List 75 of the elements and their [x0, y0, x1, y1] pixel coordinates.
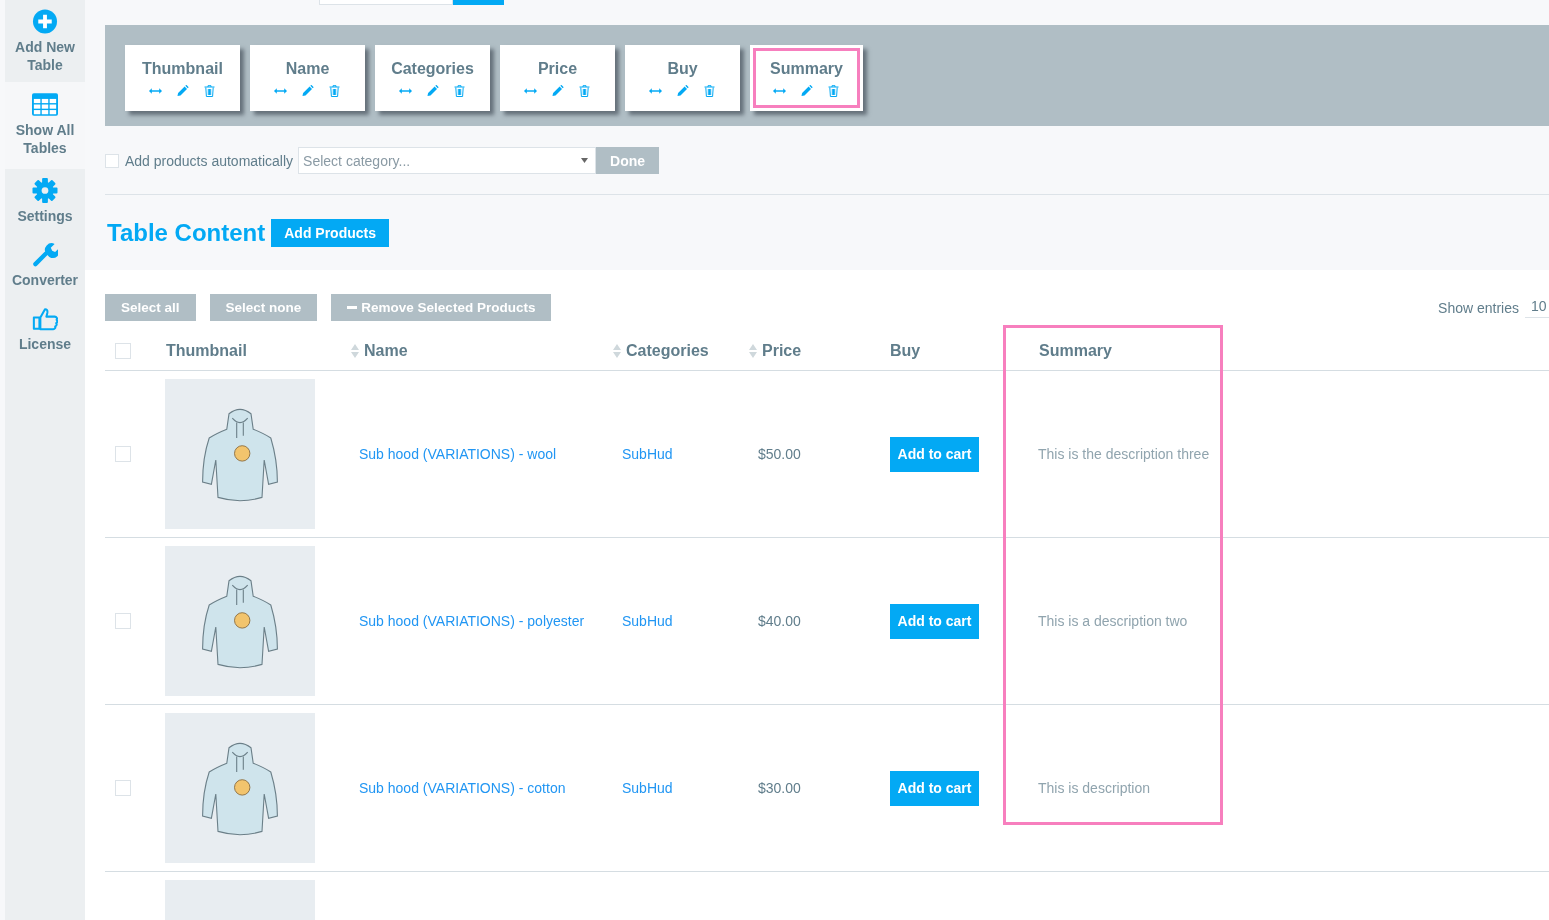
column-header: Thumbnail	[166, 342, 247, 360]
thumbs-up-icon	[32, 306, 58, 331]
column-card[interactable]: Summary	[750, 45, 863, 111]
column-header[interactable]: Name	[351, 342, 408, 360]
section-title: Table Content	[107, 218, 266, 247]
sort-icon[interactable]	[749, 344, 757, 358]
trash-icon[interactable]	[827, 84, 840, 97]
trash-icon[interactable]	[203, 84, 216, 97]
summary-cell-text: This is a description two	[1037, 613, 1189, 629]
category-select[interactable]: Select category...	[298, 147, 597, 175]
column-card-label: Summary	[770, 59, 843, 78]
column-header[interactable]: Categories	[613, 342, 709, 360]
category-link[interactable]: SubHud	[612, 780, 748, 796]
sidebar-item[interactable]: License	[5, 297, 85, 361]
entries-select[interactable]: 10	[1525, 297, 1549, 318]
product-name-link[interactable]: Sub hood (VARIATIONS) - polyester	[350, 613, 612, 629]
product-name-link[interactable]: Sub hood (VARIATIONS) - wool	[350, 446, 612, 462]
column-card[interactable]: Categories	[375, 45, 490, 111]
sort-icon[interactable]	[351, 344, 359, 358]
column-card-label: Price	[537, 59, 578, 78]
sidebar-item[interactable]: Settings	[5, 169, 85, 233]
pencil-icon[interactable]	[551, 84, 564, 97]
pencil-icon[interactable]	[301, 84, 314, 97]
column-card-label: Thumbnail	[142, 59, 223, 78]
add-to-cart-button[interactable]: Add to cart	[890, 603, 979, 639]
select-all-checkbox[interactable]	[115, 343, 131, 359]
sort-icon[interactable]	[613, 344, 621, 358]
summary-cell-text: This is description	[1037, 780, 1152, 796]
column-card[interactable]: Buy	[625, 45, 740, 111]
add-to-cart-button[interactable]: Add to cart	[890, 436, 979, 472]
sidebar-item[interactable]: Add New Table	[5, 0, 85, 82]
select-button[interactable]: Select none	[209, 294, 318, 321]
column-card[interactable]: Name	[250, 45, 365, 111]
row-checkbox[interactable]	[115, 780, 131, 796]
trash-icon[interactable]	[328, 84, 341, 97]
sidebar-item[interactable]: Show All Tables	[5, 82, 85, 169]
category-link[interactable]: SubHud	[612, 446, 748, 462]
plus-icon	[32, 9, 58, 34]
column-card[interactable]: Price	[500, 45, 615, 111]
column-header[interactable]: Price	[749, 342, 802, 360]
gear-icon	[32, 178, 58, 203]
wrench-icon	[32, 242, 58, 267]
grid-icon	[32, 92, 58, 117]
row-checkbox[interactable]	[115, 613, 131, 629]
column-header: Summary	[1039, 342, 1112, 360]
summary-cell-text: This is the description three	[1037, 446, 1211, 462]
column-card-label: Categories	[391, 59, 474, 78]
trash-icon[interactable]	[703, 84, 716, 97]
row-checkbox[interactable]	[115, 446, 131, 462]
remove-button[interactable]: Remove Selected Products	[331, 294, 552, 321]
add-to-cart-button[interactable]: Add to cart	[890, 770, 979, 806]
add-products-button[interactable]: Add Products	[271, 218, 389, 247]
price-cell-text: $50.00	[757, 446, 802, 462]
column-header: Buy	[890, 342, 921, 360]
price-cell-text: $30.00	[757, 780, 802, 796]
trash-icon[interactable]	[453, 84, 466, 97]
search-field[interactable]	[319, 0, 453, 5]
pencil-icon[interactable]	[800, 84, 813, 97]
done-button[interactable]: Done	[596, 147, 660, 175]
show-entries-label: Show entries	[1438, 299, 1519, 316]
pencil-icon[interactable]	[176, 84, 189, 97]
column-card[interactable]: Thumbnail	[125, 45, 240, 111]
caret-icon	[581, 158, 589, 164]
category-link[interactable]: SubHud	[612, 613, 748, 629]
trash-icon[interactable]	[578, 84, 591, 97]
pencil-icon[interactable]	[426, 84, 439, 97]
product-name-link[interactable]: Sub hood (VARIATIONS) - cotton	[350, 780, 612, 796]
column-card-label: Buy	[667, 59, 698, 78]
sidebar-item[interactable]: Converter	[5, 233, 85, 297]
column-card-label: Name	[285, 59, 330, 78]
price-cell-text: $40.00	[757, 613, 802, 629]
select-button[interactable]: Select all	[105, 294, 196, 321]
checkbox-label: Add products automatically	[125, 152, 294, 169]
pencil-icon[interactable]	[676, 84, 689, 97]
checkbox[interactable]	[105, 153, 119, 168]
